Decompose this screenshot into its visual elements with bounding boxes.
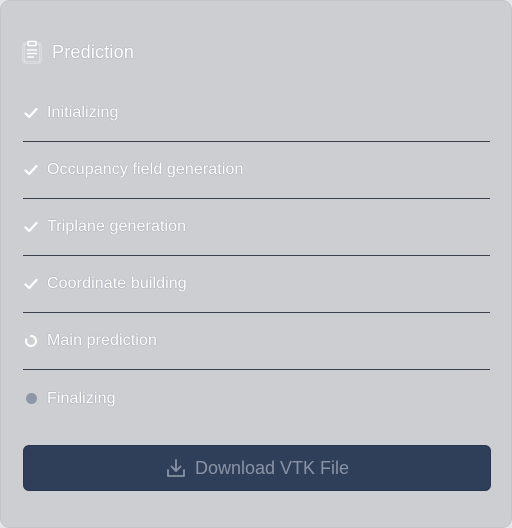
step-initializing: Initializing: [23, 85, 490, 142]
prediction-panel: Prediction Initializing Occupancy field …: [0, 0, 512, 528]
step-label: Main prediction: [47, 332, 157, 349]
step-label: Coordinate building: [47, 275, 187, 292]
clipboard-icon: [21, 40, 43, 64]
check-icon: [23, 219, 39, 235]
step-finalizing: Finalizing: [23, 370, 490, 427]
download-button-label: Download VTK File: [194, 457, 350, 478]
step-label: Finalizing: [47, 389, 116, 407]
panel-title: Prediction: [52, 41, 135, 62]
progress-step-list: Initializing Occupancy field generation …: [23, 85, 490, 427]
download-vtk-button[interactable]: Download VTK File: [23, 445, 491, 491]
step-main-prediction: Main prediction: [23, 313, 490, 370]
step-coordinate-building: Coordinate building: [23, 256, 490, 313]
download-icon: [165, 457, 187, 479]
step-occupancy-field-generation: Occupancy field generation: [23, 142, 490, 199]
spinner-icon: [23, 333, 39, 349]
check-icon: [23, 105, 39, 121]
step-label: Occupancy field generation: [47, 161, 244, 178]
check-icon: [23, 162, 39, 178]
step-label: Initializing: [47, 104, 119, 121]
pending-dot-icon: [23, 391, 39, 407]
step-triplane-generation: Triplane generation: [23, 199, 490, 256]
step-label: Triplane generation: [47, 218, 187, 235]
panel-header: Prediction: [21, 39, 134, 65]
check-icon: [23, 276, 39, 292]
